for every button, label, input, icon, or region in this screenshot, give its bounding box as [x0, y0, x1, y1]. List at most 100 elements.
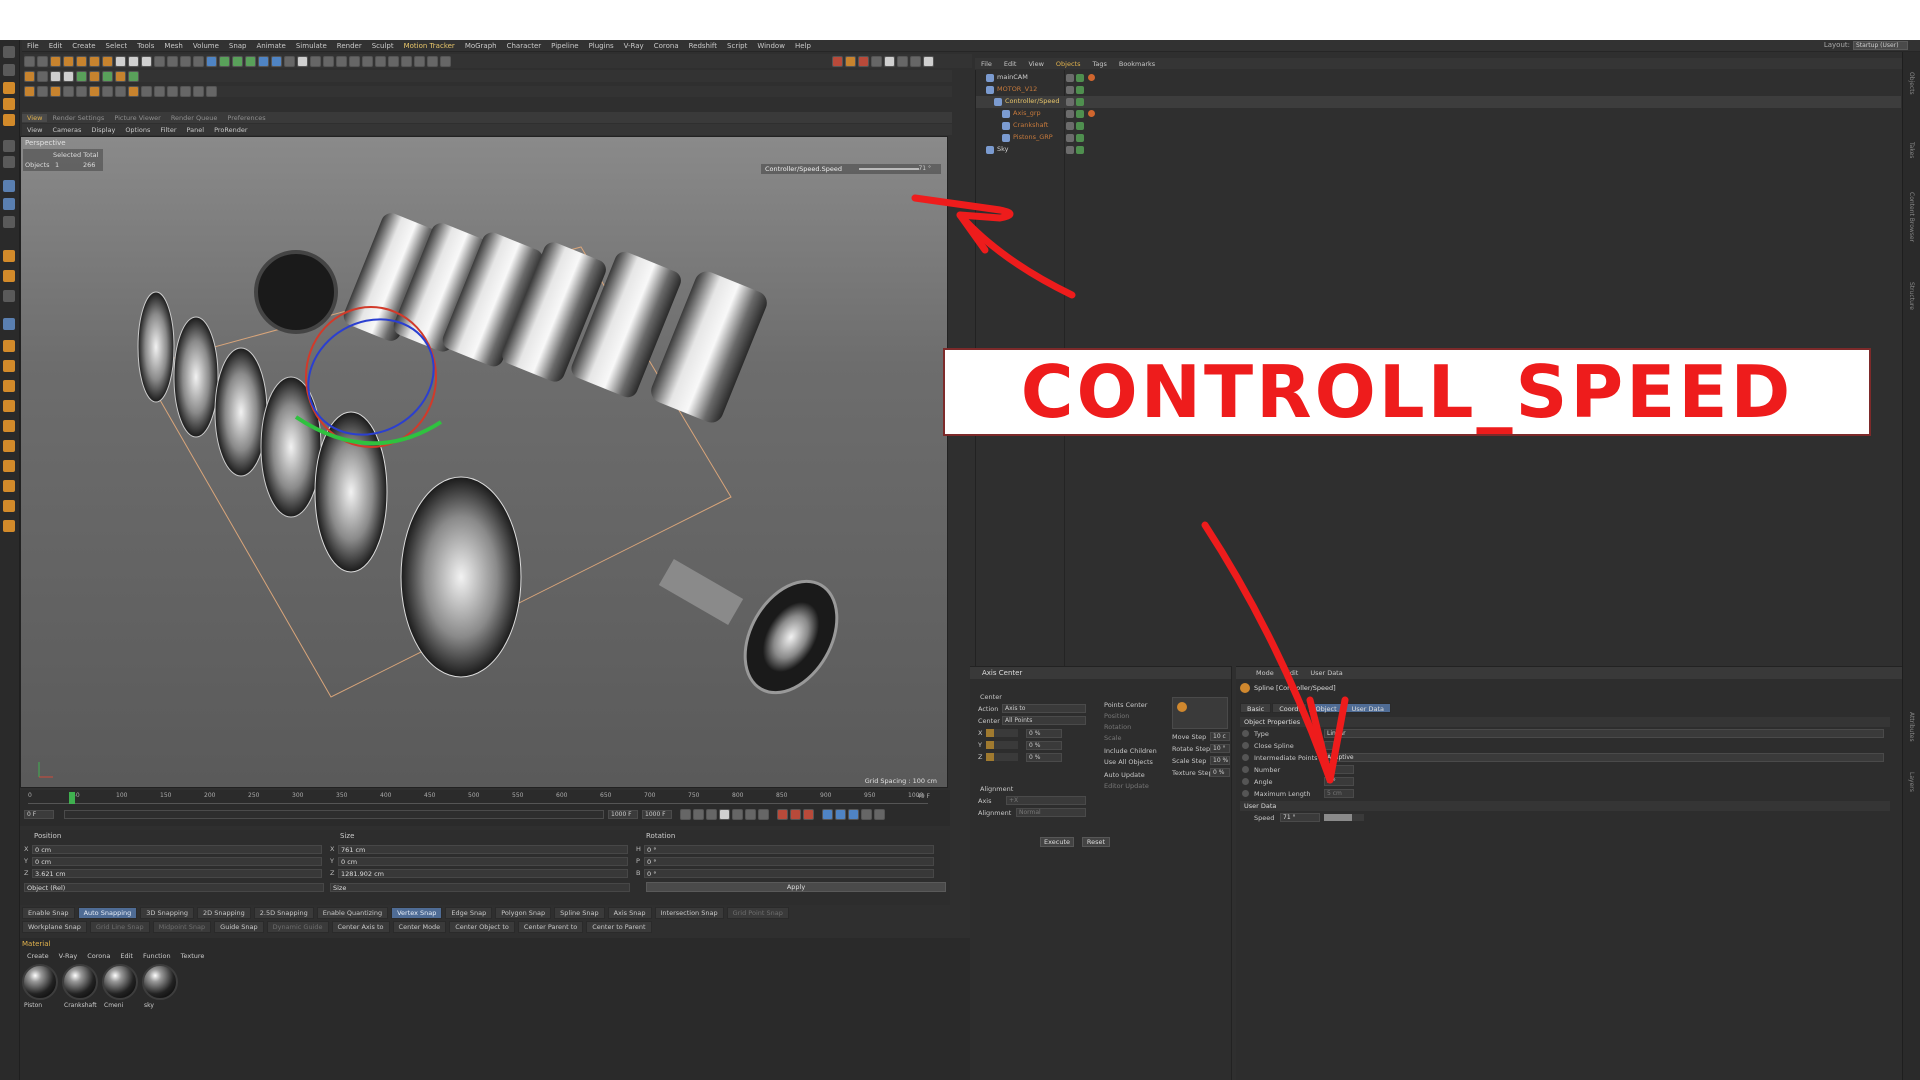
- attributes-menu-user-data[interactable]: User Data: [1304, 669, 1348, 677]
- axis-value-x[interactable]: 0 %: [1026, 729, 1062, 738]
- apply-button[interactable]: Apply: [646, 882, 946, 892]
- y-axis-icon[interactable]: [128, 55, 139, 67]
- timeline[interactable]: 0 50 100 150 200 250 300 350 400 450 500 550 600 650 7…: [20, 790, 950, 826]
- snap-intersection-snap[interactable]: Intersection Snap: [654, 906, 724, 919]
- edges-mode-icon[interactable]: [3, 156, 15, 168]
- option-editor-update[interactable]: Editor Update: [1104, 782, 1149, 790]
- visibility-dot-icon[interactable]: [1066, 74, 1074, 82]
- edit-render-settings-icon[interactable]: [193, 55, 204, 67]
- attr-radio-icon[interactable]: [1242, 766, 1249, 773]
- brush-icon[interactable]: [3, 460, 15, 472]
- menu-pipeline[interactable]: Pipeline: [546, 42, 583, 50]
- phong-icon[interactable]: [167, 86, 178, 97]
- z-axis-icon[interactable]: [141, 55, 152, 67]
- attributes-tab-object[interactable]: Object: [1308, 703, 1344, 713]
- param-key-icon[interactable]: [861, 808, 872, 820]
- attributes-menu-edit[interactable]: Edit: [1280, 669, 1305, 677]
- menu-tools[interactable]: Tools: [132, 42, 159, 50]
- check-mark-icon[interactable]: [1076, 86, 1084, 94]
- snap-tool-icon[interactable]: [3, 250, 15, 262]
- snap-grid-icon[interactable]: [323, 55, 334, 67]
- material-swatch-crankshaft[interactable]: [62, 964, 98, 1000]
- menu-plugins[interactable]: Plugins: [584, 42, 619, 50]
- snap-center-to-parent[interactable]: Center to Parent: [586, 920, 652, 933]
- axis-value-y[interactable]: 0 %: [1026, 741, 1062, 750]
- timeline-end2-field[interactable]: 1000 F: [642, 809, 672, 819]
- move-tool-icon[interactable]: [63, 55, 74, 67]
- check-mark-icon[interactable]: [1076, 98, 1084, 106]
- next-key-icon[interactable]: [745, 808, 756, 820]
- extrude-icon[interactable]: [3, 420, 15, 432]
- snap-3d-snapping[interactable]: 3D Snapping: [140, 906, 195, 919]
- layout-3-icon[interactable]: [375, 55, 386, 67]
- alignment-checkbox[interactable]: Alignment: [980, 785, 1013, 793]
- rotation-p-field[interactable]: 0 °: [644, 856, 934, 866]
- menu-corona[interactable]: Corona: [649, 42, 684, 50]
- layout-6-icon[interactable]: [414, 55, 425, 67]
- view-menu-prorender[interactable]: ProRender: [209, 126, 252, 134]
- menu-mograph[interactable]: MoGraph: [460, 42, 502, 50]
- option-scale[interactable]: Scale: [1104, 734, 1122, 742]
- object-row-axis-grp[interactable]: Axis_grp: [976, 108, 1901, 120]
- render-view-icon[interactable]: [167, 55, 178, 67]
- axis-slider-x[interactable]: [986, 729, 1018, 737]
- tab-preferences[interactable]: Preferences: [222, 114, 270, 122]
- film-icon[interactable]: [24, 70, 35, 82]
- material-swatch-cmeni[interactable]: [102, 964, 138, 1000]
- keyframe-icon[interactable]: [845, 55, 856, 67]
- texture-mode-icon[interactable]: [3, 216, 15, 228]
- attr-value-type[interactable]: Linear: [1324, 729, 1884, 738]
- visibility-dot-icon[interactable]: [1066, 110, 1074, 118]
- layers-side-tab[interactable]: Layers: [1908, 772, 1915, 792]
- next-frame-icon[interactable]: [732, 808, 743, 820]
- alignment-select[interactable]: Normal: [1016, 808, 1086, 817]
- snap-midpoint-snap[interactable]: Midpoint Snap: [152, 920, 212, 933]
- goto-end-icon[interactable]: [758, 808, 769, 820]
- snap-guide-snap[interactable]: Guide Snap: [214, 920, 264, 933]
- option-use-all-objects[interactable]: Use All Objects: [1104, 758, 1153, 766]
- redo-button-icon[interactable]: [37, 55, 48, 67]
- object-menu-view[interactable]: View: [1022, 60, 1049, 68]
- workplane-icon[interactable]: [3, 270, 15, 282]
- tweak-mode-icon[interactable]: [3, 340, 15, 352]
- solo-icon[interactable]: [3, 360, 15, 372]
- option-auto-update[interactable]: Auto Update: [1104, 771, 1145, 779]
- goto-start-icon[interactable]: [680, 808, 691, 820]
- visibility-dot-icon[interactable]: [1066, 134, 1074, 142]
- menu-sculpt[interactable]: Sculpt: [367, 42, 399, 50]
- rotate-icon[interactable]: [3, 114, 15, 126]
- attr-value-number[interactable]: 8: [1324, 765, 1354, 774]
- structure-side-tab[interactable]: Structure: [1908, 282, 1915, 310]
- scale-key-icon[interactable]: [835, 808, 846, 820]
- snap-edge-snap[interactable]: Edge Snap: [445, 906, 493, 919]
- view-menu-cameras[interactable]: Cameras: [47, 126, 86, 134]
- menu-v-ray[interactable]: V-Ray: [619, 42, 649, 50]
- option-include-children[interactable]: Include Children: [1104, 747, 1157, 755]
- timeline-playhead[interactable]: [69, 792, 75, 804]
- attr-radio-icon[interactable]: [1242, 754, 1249, 761]
- option-points-center[interactable]: Points Center: [1104, 701, 1147, 709]
- step-texture-step-field[interactable]: 0 %: [1210, 768, 1230, 777]
- tab-picture-viewer[interactable]: Picture Viewer: [109, 114, 166, 122]
- layout-7-icon[interactable]: [427, 55, 438, 67]
- object-menu-edit[interactable]: Edit: [998, 60, 1023, 68]
- object-row-controller-speed[interactable]: Controller/Speed: [976, 96, 1901, 108]
- menu-snap[interactable]: Snap: [224, 42, 252, 50]
- play-icon[interactable]: [719, 808, 730, 820]
- position-z-field[interactable]: 3.621 cm: [32, 868, 322, 878]
- cube-icon[interactable]: [206, 55, 217, 67]
- axis-slider-z[interactable]: [986, 753, 1018, 761]
- bake-icon[interactable]: [63, 70, 74, 82]
- check-mark-icon[interactable]: [1076, 122, 1084, 130]
- array-icon[interactable]: [245, 55, 256, 67]
- snap-spline-snap[interactable]: Spline Snap: [554, 906, 605, 919]
- brush-tool-icon[interactable]: [115, 70, 126, 82]
- tab-view[interactable]: View: [22, 113, 48, 122]
- check-mark-icon[interactable]: [1076, 134, 1084, 142]
- timeline-end-field[interactable]: 1000 F: [608, 809, 638, 819]
- x-axis-icon[interactable]: [115, 55, 126, 67]
- fullscreen-icon[interactable]: [923, 55, 934, 67]
- vray-icon[interactable]: [76, 70, 87, 82]
- material-menu-function[interactable]: Function: [138, 952, 176, 960]
- menu-character[interactable]: Character: [502, 42, 547, 50]
